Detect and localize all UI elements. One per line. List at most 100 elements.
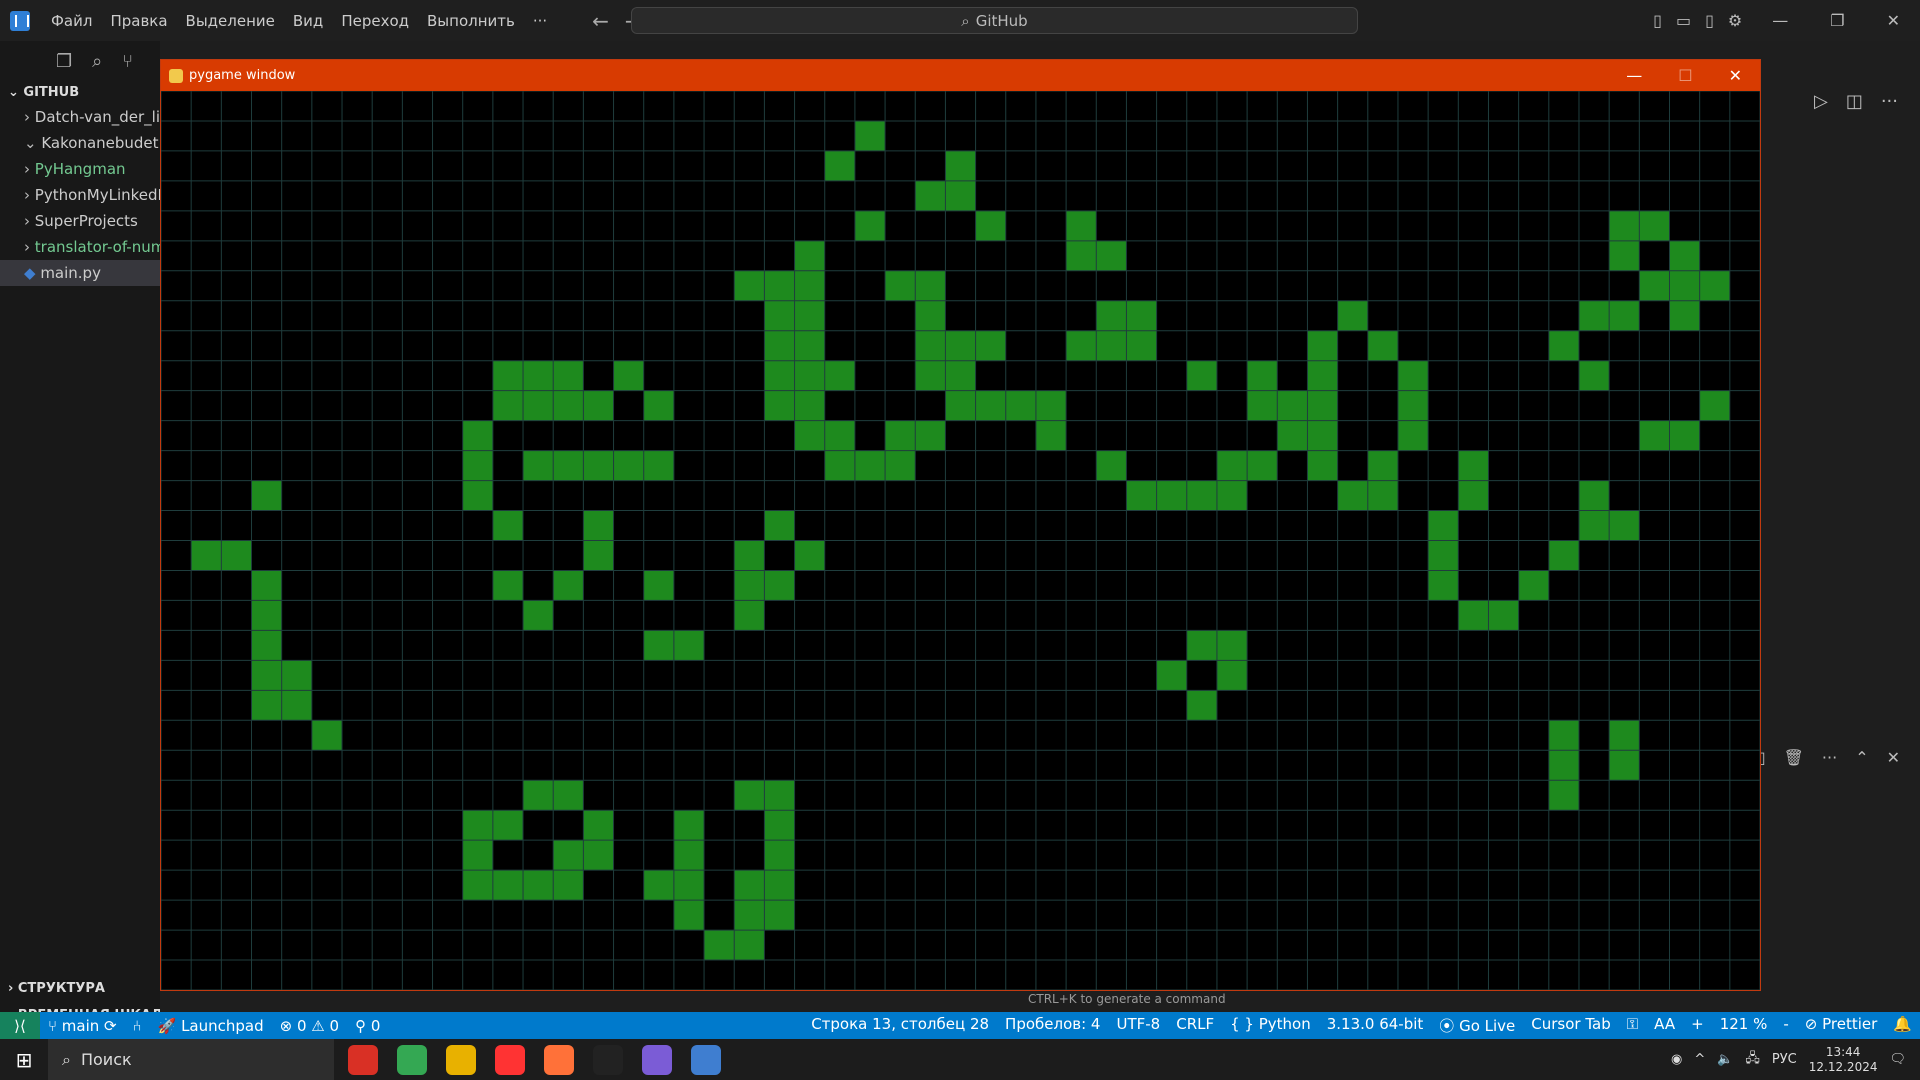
live-cell[interactable] <box>794 420 825 451</box>
live-cell[interactable] <box>492 360 524 391</box>
live-cell[interactable] <box>281 660 312 691</box>
live-cell[interactable] <box>1096 300 1127 331</box>
workspace-section-header[interactable]: ⌄ GITHUB <box>0 81 160 104</box>
live-cell[interactable] <box>643 450 674 481</box>
live-cell[interactable] <box>764 270 795 301</box>
volume-icon[interactable]: 🔈 <box>1717 1052 1733 1067</box>
live-cell[interactable] <box>492 810 524 841</box>
folder-item[interactable]: ⌄ Kakonanebudet <box>0 130 160 156</box>
taskbar-search[interactable]: ⌕ Поиск <box>48 1039 334 1080</box>
live-cell[interactable] <box>643 630 674 661</box>
live-cell[interactable] <box>1609 750 1640 781</box>
live-cell[interactable] <box>1428 570 1459 601</box>
notifications-bell-icon[interactable]: 🔔 <box>1893 1015 1912 1036</box>
file-item[interactable]: ◆ main.py <box>0 260 160 286</box>
live-cell[interactable] <box>583 450 614 481</box>
notification-center-icon[interactable]: 🗨 <box>1889 1052 1906 1067</box>
live-cell[interactable] <box>1548 720 1579 751</box>
live-cell[interactable] <box>1639 420 1670 451</box>
keyboard-lang[interactable]: РУС <box>1772 1052 1797 1067</box>
live-cell[interactable] <box>794 390 825 421</box>
live-cell[interactable] <box>553 450 584 481</box>
search-view-icon[interactable]: ⌕ <box>92 51 102 72</box>
cursor-position[interactable]: Строка 13, столбец 28 <box>811 1015 989 1036</box>
live-cell[interactable] <box>1578 480 1610 511</box>
live-cell[interactable] <box>1428 510 1459 541</box>
live-cell[interactable] <box>221 540 252 571</box>
settings-gear-icon[interactable]: ⚙ <box>1728 11 1742 30</box>
folder-item[interactable]: › SuperProjects <box>0 208 160 234</box>
menu-edit[interactable]: Правка <box>110 12 167 30</box>
live-cell[interactable] <box>1186 480 1217 511</box>
live-cell[interactable] <box>1156 480 1187 511</box>
live-cell[interactable] <box>945 360 976 391</box>
live-cell[interactable] <box>251 630 282 661</box>
live-cell[interactable] <box>553 360 584 391</box>
live-cell[interactable] <box>553 390 584 421</box>
live-cell[interactable] <box>764 900 795 931</box>
toggle-sidebar-icon[interactable]: ▯ <box>1653 11 1662 30</box>
live-cell[interactable] <box>885 420 916 451</box>
live-cell[interactable] <box>251 690 282 721</box>
taskbar-app-icon[interactable] <box>642 1044 672 1075</box>
encoding[interactable]: UTF-8 <box>1116 1015 1160 1036</box>
live-cell[interactable] <box>764 810 795 841</box>
live-cell[interactable] <box>492 570 524 601</box>
folder-item[interactable]: › PythonMyLinkedIn <box>0 182 160 208</box>
live-cell[interactable] <box>1277 390 1308 421</box>
pygame-window[interactable]: pygame window — ☐ ✕ <box>160 59 1761 991</box>
live-cell[interactable] <box>1096 240 1127 271</box>
live-cell[interactable] <box>523 360 554 391</box>
live-cell[interactable] <box>281 690 312 721</box>
taskbar-app-icon[interactable] <box>593 1044 623 1075</box>
live-cell[interactable] <box>673 630 705 661</box>
live-cell[interactable] <box>462 870 493 901</box>
live-cell[interactable] <box>764 390 795 421</box>
zoom-level[interactable]: 121 % <box>1720 1015 1768 1036</box>
live-cell[interactable] <box>764 330 795 361</box>
live-cell[interactable] <box>794 240 825 271</box>
live-cell[interactable] <box>643 870 674 901</box>
live-cell[interactable] <box>794 270 825 301</box>
live-cell[interactable] <box>191 540 222 571</box>
live-cell[interactable] <box>553 780 584 811</box>
live-cell[interactable] <box>1307 450 1338 481</box>
live-cell[interactable] <box>1186 360 1217 391</box>
live-cell[interactable] <box>1458 600 1489 631</box>
live-cell[interactable] <box>1126 480 1157 511</box>
live-cell[interactable] <box>1126 300 1157 331</box>
live-cell[interactable] <box>885 270 916 301</box>
taskbar-app-icon[interactable] <box>446 1044 476 1075</box>
explorer-icon[interactable]: ❐ <box>56 51 72 72</box>
clock[interactable]: 13:44 12.12.2024 <box>1809 1045 1878 1075</box>
live-cell[interactable] <box>1367 480 1398 511</box>
live-cell[interactable] <box>945 180 976 211</box>
live-cell[interactable] <box>1699 390 1730 421</box>
taskbar-app-icon[interactable] <box>348 1044 378 1075</box>
live-cell[interactable] <box>462 480 493 511</box>
launchpad-button[interactable]: 🚀 Launchpad <box>158 1017 264 1035</box>
live-cell[interactable] <box>975 330 1006 361</box>
close-panel-icon[interactable]: ✕ <box>1887 748 1900 767</box>
toggle-secondary-sidebar-icon[interactable]: ▯ <box>1705 11 1714 30</box>
live-cell[interactable] <box>251 600 282 631</box>
live-cell[interactable] <box>734 540 765 571</box>
live-cell[interactable] <box>824 150 855 181</box>
live-cell[interactable] <box>1096 450 1127 481</box>
minimize-icon[interactable]: — <box>1772 11 1788 30</box>
prettier-indicator[interactable]: ⊘ Prettier <box>1805 1015 1878 1036</box>
live-cell[interactable] <box>1458 450 1489 481</box>
folder-item[interactable]: › PyHangman <box>0 156 160 182</box>
live-cell[interactable] <box>1186 630 1217 661</box>
live-cell[interactable] <box>1216 630 1248 661</box>
live-cell[interactable] <box>492 870 524 901</box>
command-center-search[interactable]: ⌕ GitHub <box>631 7 1358 34</box>
menu-view[interactable]: Вид <box>293 12 323 30</box>
zoom-out-icon[interactable]: - <box>1783 1015 1788 1036</box>
live-cell[interactable] <box>1096 330 1127 361</box>
branch-indicator[interactable]: ⑂ main ⟳ <box>48 1017 117 1035</box>
back-arrow-icon[interactable]: ← <box>592 9 609 33</box>
live-cell[interactable] <box>1066 240 1097 271</box>
live-cell[interactable] <box>553 570 584 601</box>
remote-icon[interactable]: ⟩⟨ <box>0 1012 40 1039</box>
